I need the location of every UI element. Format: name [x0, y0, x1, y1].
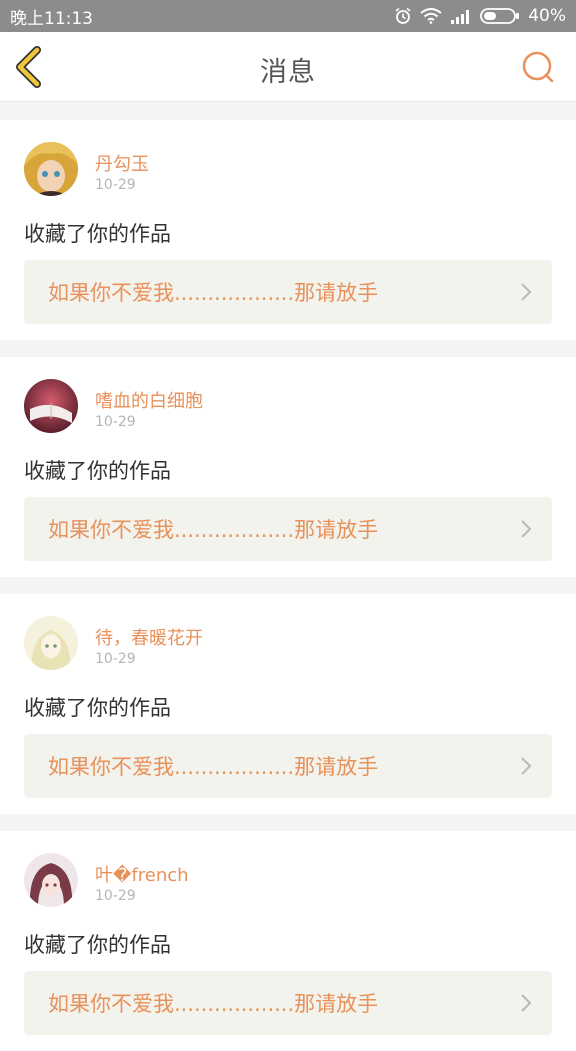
chevron-right-icon — [521, 994, 532, 1012]
message-list: 丹勾玉 10-29 收藏了你的作品 如果你不爱我................… — [0, 102, 576, 1051]
message-card: 待，春暖花开 10-29 收藏了你的作品 如果你不爱我.............… — [0, 594, 576, 814]
avatar[interactable] — [24, 379, 78, 433]
chevron-right-icon — [521, 757, 532, 775]
alarm-icon — [395, 7, 411, 24]
search-icon — [522, 51, 554, 83]
message-card: 嗜血的白细胞 10-29 收藏了你的作品 如果你不爱我.............… — [0, 357, 576, 577]
avatar[interactable] — [24, 142, 78, 196]
status-bar: 晚上11:13 40% — [0, 0, 576, 32]
chevron-right-icon — [521, 520, 532, 538]
status-time: 晚上11:13 — [10, 8, 93, 29]
work-title: 如果你不爱我..................那请放手 — [48, 755, 379, 779]
action-text: 收藏了你的作品 — [24, 933, 171, 957]
battery-icon — [480, 8, 520, 24]
status-icons: 40% — [394, 6, 566, 26]
header-bar: 消息 — [0, 32, 576, 102]
battery-percent: 40% — [528, 6, 566, 26]
username[interactable]: 嗜血的白细胞 — [95, 387, 203, 413]
work-title: 如果你不爱我..................那请放手 — [48, 518, 379, 542]
message-card: 丹勾玉 10-29 收藏了你的作品 如果你不爱我................… — [0, 120, 576, 340]
message-time: 10-29 — [95, 177, 136, 193]
message-time: 10-29 — [95, 414, 136, 430]
signal-icon — [451, 10, 470, 24]
chevron-right-icon — [521, 283, 532, 301]
action-text: 收藏了你的作品 — [24, 696, 171, 720]
action-text: 收藏了你的作品 — [24, 459, 171, 483]
message-time: 10-29 — [95, 888, 136, 904]
message-time: 10-29 — [95, 651, 136, 667]
action-text: 收藏了你的作品 — [24, 222, 171, 246]
username[interactable]: 待，春暖花开 — [95, 624, 203, 650]
work-link[interactable]: 如果你不爱我..................那请放手 — [24, 260, 552, 324]
page-title: 消息 — [260, 57, 316, 88]
work-link[interactable]: 如果你不爱我..................那请放手 — [24, 971, 552, 1035]
work-title: 如果你不爱我..................那请放手 — [48, 281, 379, 305]
search-button[interactable] — [520, 49, 556, 85]
work-title: 如果你不爱我..................那请放手 — [48, 992, 379, 1016]
username[interactable]: 丹勾玉 — [95, 150, 149, 176]
work-link[interactable]: 如果你不爱我..................那请放手 — [24, 497, 552, 561]
work-link[interactable]: 如果你不爱我..................那请放手 — [24, 734, 552, 798]
message-card: 叶�french 10-29 收藏了你的作品 如果你不爱我...........… — [0, 831, 576, 1051]
username[interactable]: 叶�french — [95, 861, 189, 887]
avatar[interactable] — [24, 616, 78, 670]
wifi-icon — [420, 8, 442, 24]
avatar[interactable] — [24, 853, 78, 907]
